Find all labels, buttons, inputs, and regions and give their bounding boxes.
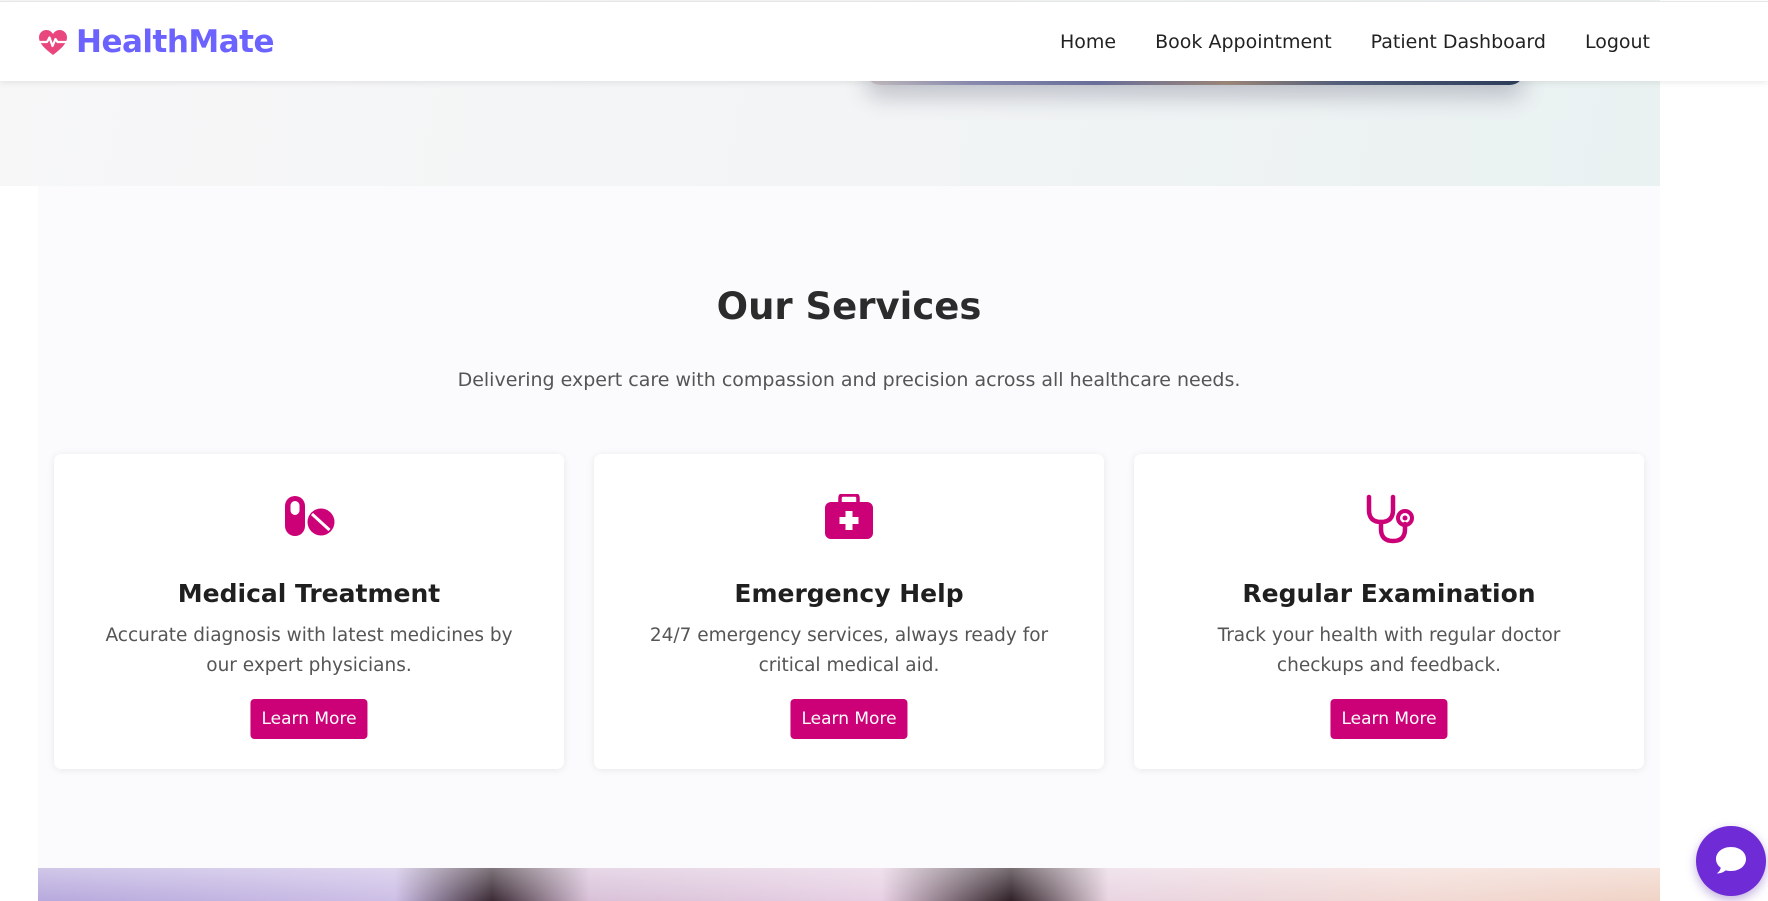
- nav-link-logout[interactable]: Logout: [1585, 31, 1650, 53]
- section-title: Our Services: [716, 285, 982, 328]
- nav-links: Home Book Appointment Patient Dashboard …: [1060, 2, 1650, 82]
- service-cards: Medical Treatment Accurate diagnosis wit…: [54, 454, 1644, 769]
- nav-link-book-appointment[interactable]: Book Appointment: [1155, 31, 1332, 53]
- section-subtitle: Delivering expert care with compassion a…: [457, 369, 1241, 391]
- nav-link-home[interactable]: Home: [1060, 31, 1116, 53]
- stethoscope-icon: [1134, 494, 1644, 544]
- pills-icon: [54, 494, 564, 538]
- service-card-regular-examination: Regular Examination Track your health wi…: [1134, 454, 1644, 769]
- learn-more-button[interactable]: Learn More: [250, 699, 368, 739]
- card-description: Track your health with regular doctor ch…: [1217, 625, 1561, 676]
- services-section: Our Services Delivering expert care with…: [38, 186, 1660, 868]
- brand-logo[interactable]: HealthMate: [38, 2, 275, 82]
- top-navbar: HealthMate Home Book Appointment Patient…: [0, 1, 1768, 81]
- chat-bubble-icon: [1714, 845, 1748, 878]
- card-description: Accurate diagnosis with latest medicines…: [105, 625, 513, 676]
- learn-more-button[interactable]: Learn More: [790, 699, 908, 739]
- service-card-emergency-help: Emergency Help 24/7 emergency services, …: [594, 454, 1104, 769]
- learn-more-button[interactable]: Learn More: [1330, 699, 1448, 739]
- card-description: 24/7 emergency services, always ready fo…: [649, 625, 1049, 676]
- chat-button[interactable]: [1696, 826, 1766, 896]
- testimonial-image: [38, 868, 1660, 901]
- service-card-medical-treatment: Medical Treatment Accurate diagnosis wit…: [54, 454, 564, 769]
- first-aid-kit-icon: [594, 494, 1104, 540]
- image-overlay: [38, 868, 1660, 901]
- card-title: Medical Treatment: [177, 579, 441, 608]
- heart-pulse-icon: [38, 29, 68, 56]
- page: HealthMate Home Book Appointment Patient…: [0, 0, 1768, 901]
- card-title: Regular Examination: [1242, 579, 1536, 608]
- card-title: Emergency Help: [734, 579, 964, 608]
- brand-name: HealthMate: [76, 24, 275, 60]
- nav-link-patient-dashboard[interactable]: Patient Dashboard: [1371, 31, 1546, 53]
